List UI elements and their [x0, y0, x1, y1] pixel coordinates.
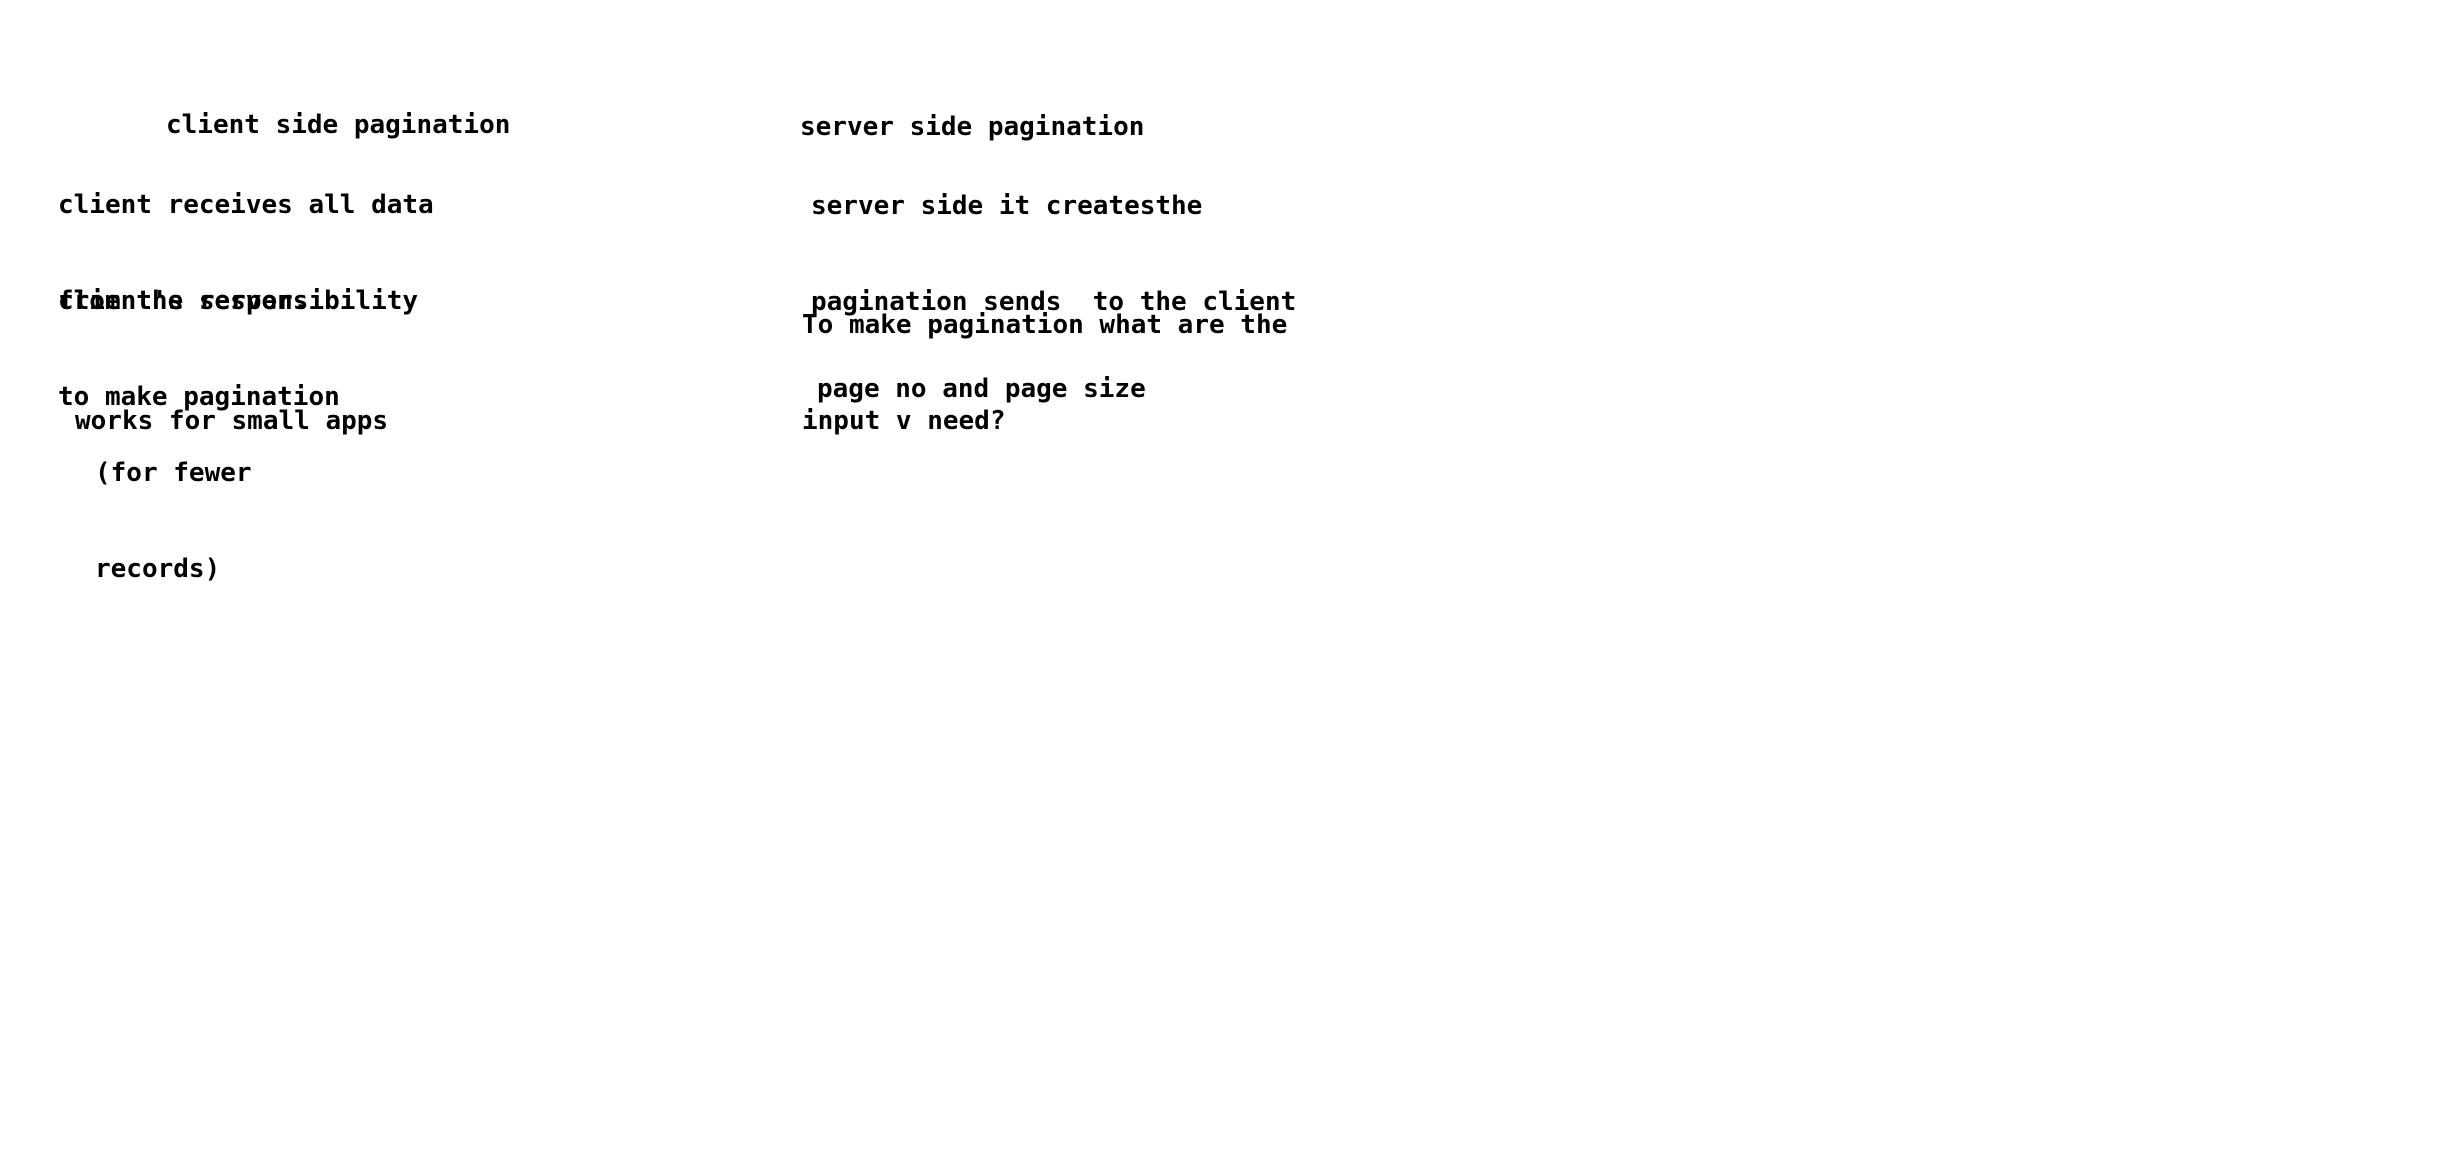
server-answer-note: page no and page size: [817, 309, 1146, 469]
client-receives-line-1: client receives all data: [58, 190, 434, 220]
client-responsibility-line-1: client's responsibility: [58, 286, 419, 316]
whiteboard-canvas[interactable]: client side pagination client receives a…: [0, 0, 2440, 1176]
server-creates-line-1: server side it createsthe: [811, 191, 1203, 221]
client-fewer-line-1: (for fewer: [95, 458, 252, 488]
client-fewer-records-note: (for fewer records): [95, 393, 252, 649]
server-answer-line: page no and page size: [817, 374, 1146, 404]
client-fewer-line-2: records): [95, 554, 221, 584]
